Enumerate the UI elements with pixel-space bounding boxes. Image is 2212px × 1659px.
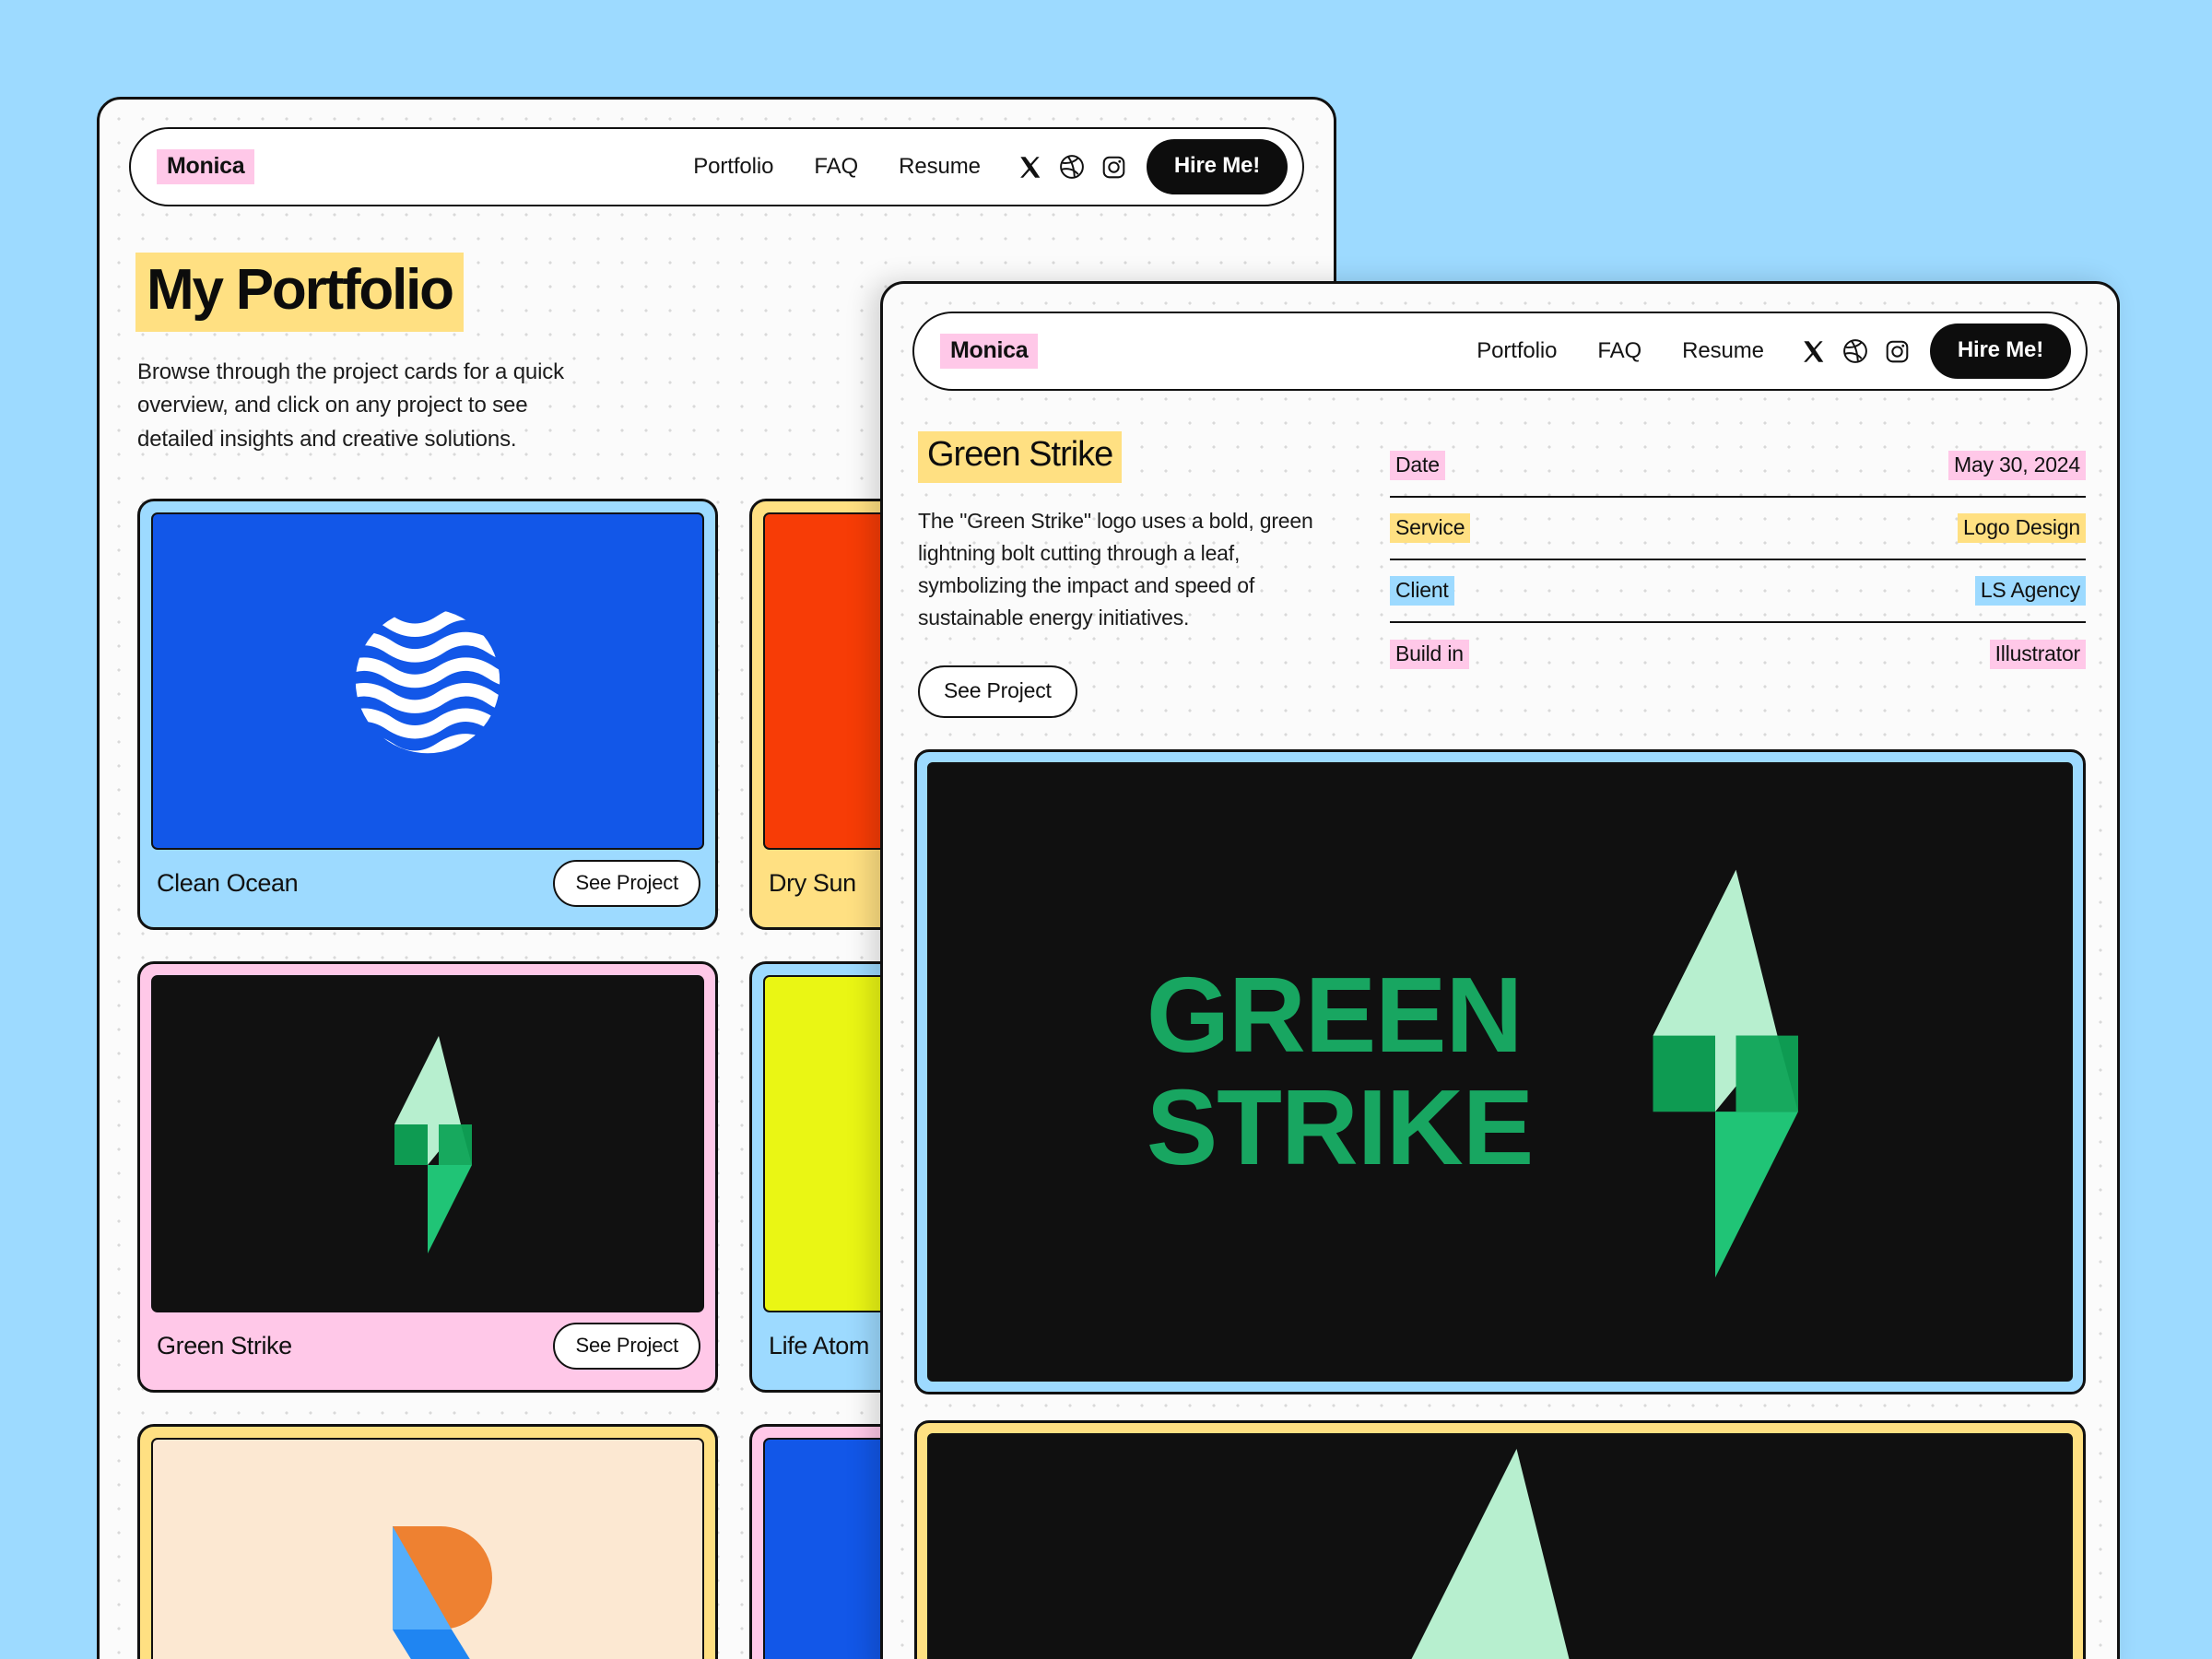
detail-body: Green Strike The "Green Strike" logo use… (883, 391, 2117, 718)
hero-canvas: GREEN STRIKE (927, 761, 2073, 1382)
meta-key: Date (1390, 451, 1445, 480)
screen: Monica Portfolio FAQ Resume Hire Me! My … (0, 0, 2212, 1659)
meta-value: Logo Design (1958, 513, 2086, 543)
project-card-5[interactable]: See Project (137, 1424, 718, 1659)
project-card-footer: Clean Ocean See Project (151, 850, 704, 916)
meta-key: Service (1390, 513, 1471, 543)
x-icon[interactable] (1018, 155, 1042, 180)
hire-me-button[interactable]: Hire Me! (1929, 324, 2071, 379)
project-thumbnail (151, 512, 704, 851)
green-bolt-icon (1411, 1448, 1570, 1659)
meta-value: May 30, 2024 (1948, 451, 2086, 480)
project-title: Green Strike (918, 431, 1123, 483)
navbar-detail: Monica Portfolio FAQ Resume Hire Me! (912, 312, 2088, 391)
meta-row-client: Client LS Agency (1390, 560, 2086, 623)
nav-right-group: Portfolio FAQ Resume Hire Me! (673, 139, 1288, 194)
r-mark-icon (393, 1526, 492, 1659)
see-project-button[interactable]: See Project (918, 665, 1077, 718)
nav-link-resume[interactable]: Resume (1662, 338, 1784, 364)
meta-value: LS Agency (1974, 576, 2086, 606)
nav-link-faq[interactable]: FAQ (1577, 338, 1662, 364)
meta-key: Build in (1390, 640, 1469, 669)
x-icon[interactable] (1801, 339, 1826, 364)
project-description: The "Green Strike" logo uses a bold, gre… (918, 508, 1313, 629)
nav-link-portfolio[interactable]: Portfolio (1456, 338, 1577, 364)
instagram-icon[interactable] (1101, 155, 1126, 180)
social-links (1001, 154, 1137, 180)
hire-me-button[interactable]: Hire Me! (1146, 139, 1288, 194)
nav-link-faq[interactable]: FAQ (794, 154, 878, 180)
see-project-button[interactable]: See Project (553, 859, 700, 907)
project-detail-window: Monica Portfolio FAQ Resume Hire Me! Gre… (880, 281, 2120, 1659)
project-thumbnail (151, 975, 704, 1313)
nav-link-portfolio[interactable]: Portfolio (673, 154, 794, 180)
hero-line-2: STRIKE (1146, 1066, 1534, 1187)
project-card-green-strike[interactable]: Green Strike See Project (137, 961, 718, 1394)
project-thumbnail (151, 1438, 704, 1659)
meta-key: Client (1390, 576, 1454, 606)
project-hero-image: GREEN STRIKE (914, 748, 2086, 1394)
meta-row-service: Service Logo Design (1390, 498, 2086, 560)
dribbble-icon[interactable] (1842, 338, 1868, 364)
hero-wordmark: GREEN STRIKE (1146, 954, 1534, 1187)
navbar-portfolio: Monica Portfolio FAQ Resume Hire Me! (129, 127, 1304, 206)
ocean-globe-icon (355, 609, 500, 754)
meta-row-build-in: Build in Illustrator (1390, 623, 2086, 686)
page-title: My Portfolio (135, 253, 464, 332)
social-links (1784, 338, 1921, 364)
green-bolt-icon (394, 1036, 472, 1254)
see-project-button[interactable]: See Project (553, 1322, 700, 1370)
nav-link-resume[interactable]: Resume (878, 154, 1001, 180)
detail-columns: Green Strike The "Green Strike" logo use… (914, 431, 2086, 718)
project-name: Dry Sun (769, 868, 856, 897)
hero-line-1: GREEN (1146, 954, 1524, 1075)
page-subtitle: Browse through the project cards for a q… (137, 359, 564, 452)
meta-value: Illustrator (1989, 640, 2086, 669)
project-name: Green Strike (157, 1331, 292, 1359)
project-card-footer: Green Strike See Project (151, 1312, 704, 1379)
instagram-icon[interactable] (1885, 339, 1910, 364)
project-card-clean-ocean[interactable]: Clean Ocean See Project (137, 499, 718, 931)
green-bolt-icon (1653, 869, 1799, 1277)
project-meta-table: Date May 30, 2024 Service Logo Design Cl… (1390, 431, 2086, 686)
project-name: Clean Ocean (157, 868, 299, 897)
dribbble-icon[interactable] (1059, 154, 1085, 180)
project-name: Life Atom (769, 1331, 869, 1359)
detail-left-column: Green Strike The "Green Strike" logo use… (914, 431, 1347, 718)
nav-right-group: Portfolio FAQ Resume Hire Me! (1456, 324, 2071, 379)
brand-logo[interactable]: Monica (940, 334, 1039, 369)
hero2-canvas (927, 1432, 2073, 1659)
project-secondary-image (914, 1419, 2086, 1659)
meta-row-date: Date May 30, 2024 (1390, 435, 2086, 498)
brand-logo[interactable]: Monica (157, 149, 255, 184)
